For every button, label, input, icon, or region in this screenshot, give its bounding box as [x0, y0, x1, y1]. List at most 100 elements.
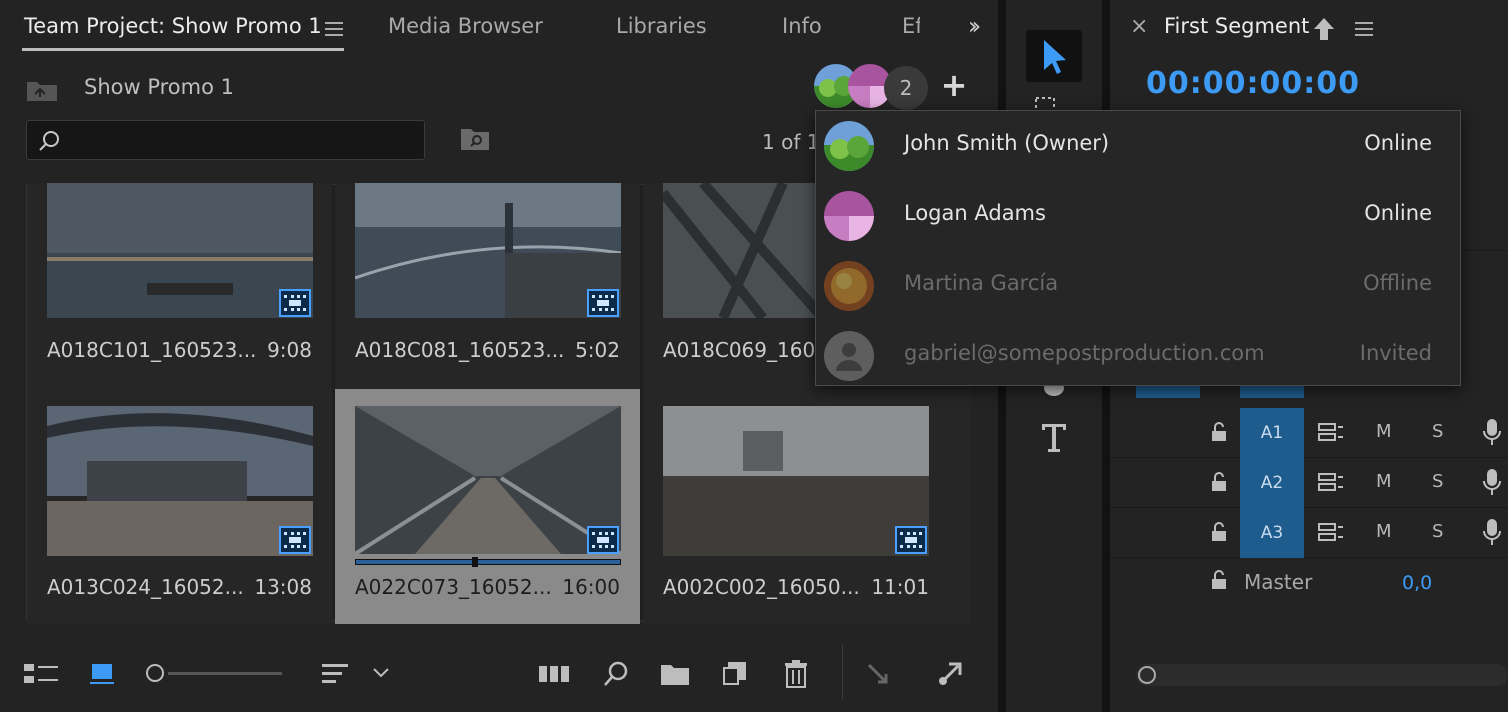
track-label-a2[interactable]: A2	[1240, 458, 1304, 508]
find-bin-icon[interactable]	[460, 126, 490, 152]
lock-icon[interactable]	[1210, 472, 1228, 492]
tab-team-project[interactable]: Team Project: Show Promo 1	[24, 14, 322, 38]
solo-button[interactable]: S	[1432, 421, 1443, 442]
clip-tile[interactable]: A013C024_16052... 13:08	[27, 389, 332, 624]
collaborator-row[interactable]: John Smith (Owner) Online	[816, 111, 1460, 181]
tab-info[interactable]: Info	[782, 14, 822, 38]
search-icon	[39, 131, 59, 151]
mute-button[interactable]: M	[1376, 521, 1392, 542]
scrollbar-handle[interactable]	[1138, 666, 1156, 684]
clip-thumbnail	[355, 183, 621, 333]
collaborator-name: gabriel@somepostproduction.com	[904, 341, 1265, 365]
zoom-slider[interactable]	[168, 672, 282, 675]
tab-media-browser[interactable]: Media Browser	[388, 14, 543, 38]
collaborator-row[interactable]: Martina García Offline	[816, 251, 1460, 321]
clip-duration: 9:08	[267, 338, 312, 362]
sync-lock-icon[interactable]	[1318, 522, 1344, 542]
lock-icon[interactable]	[1210, 422, 1228, 442]
mute-button[interactable]: M	[1376, 421, 1392, 442]
collaborator-status: Offline	[1363, 271, 1432, 295]
toolbar-divider	[842, 644, 843, 700]
search-input[interactable]	[26, 120, 425, 160]
track-label-a3[interactable]: A3	[1240, 508, 1304, 558]
audio-track-row: A2 M S	[1110, 458, 1508, 508]
selection-tool-icon[interactable]	[1026, 30, 1082, 82]
audio-track-row: A3 M S	[1110, 508, 1508, 558]
clip-tile-selected[interactable]: A022C073_16052... 16:00	[335, 389, 640, 624]
zoom-slider-knob[interactable]	[146, 664, 164, 682]
trash-icon[interactable]	[784, 660, 808, 688]
tab-effects[interactable]: Ef	[902, 14, 920, 38]
avatar-logan-adams	[824, 191, 874, 241]
collaborator-name: Martina García	[904, 271, 1059, 295]
clip-name: A018C069_1605	[663, 338, 828, 362]
tab-overflow-icon[interactable]: ››	[968, 12, 981, 40]
clip-name: A018C101_160523...	[47, 338, 257, 362]
mic-icon[interactable]	[1482, 468, 1502, 498]
mic-icon[interactable]	[1482, 518, 1502, 548]
clip-duration: 16:00	[562, 575, 620, 599]
clip-duration: 5:02	[575, 338, 620, 362]
bin-title: Show Promo 1	[84, 75, 234, 99]
folder-up-icon[interactable]	[26, 78, 58, 102]
insert-icon[interactable]	[938, 660, 964, 686]
avatar-martina-garcia	[824, 261, 874, 311]
clip-tile[interactable]: A018C101_160523... 9:08	[27, 183, 332, 418]
lock-icon[interactable]	[1210, 570, 1228, 590]
audio-track-row: A1 M S	[1110, 408, 1508, 458]
collaborator-row[interactable]: gabriel@somepostproduction.com Invited	[816, 321, 1460, 391]
clip-name: A022C073_16052...	[355, 575, 552, 599]
sync-lock-icon[interactable]	[1318, 472, 1344, 492]
upload-icon[interactable]	[1312, 16, 1336, 42]
solo-button[interactable]: S	[1432, 521, 1443, 542]
clip-thumbnail	[47, 406, 313, 556]
lock-icon[interactable]	[1210, 522, 1228, 542]
clip-name: A018C081_160523...	[355, 338, 565, 362]
collaborator-name: John Smith (Owner)	[904, 131, 1110, 155]
mic-icon[interactable]	[1482, 418, 1502, 448]
icon-view-icon[interactable]	[90, 662, 114, 686]
clip-duration: 11:01	[871, 575, 929, 599]
master-volume-value[interactable]: 0,0	[1402, 572, 1432, 594]
collaborator-name: Logan Adams	[904, 201, 1046, 225]
clip-name: A002C002_16050...	[663, 575, 860, 599]
clip-thumbnail	[47, 183, 313, 333]
solo-button[interactable]: S	[1432, 471, 1443, 492]
scrub-bar[interactable]	[355, 557, 621, 567]
collaborator-count-badge[interactable]: 2	[884, 66, 928, 110]
sync-lock-icon[interactable]	[1318, 422, 1344, 442]
sequence-title[interactable]: First Segment	[1164, 14, 1309, 38]
active-tab-indicator	[22, 48, 344, 51]
list-view-icon[interactable]	[24, 662, 58, 686]
collaborators-popup: John Smith (Owner) Online Logan Adams On…	[815, 110, 1461, 386]
avatar-john-smith	[824, 121, 874, 171]
timecode-display[interactable]: 00:00:00:00	[1146, 66, 1360, 101]
type-tool-icon[interactable]	[1026, 412, 1082, 464]
clip-name: A013C024_16052...	[47, 575, 244, 599]
tab-libraries[interactable]: Libraries	[616, 14, 707, 38]
chevron-down-icon[interactable]	[372, 666, 390, 680]
find-icon[interactable]	[602, 660, 630, 688]
new-item-icon[interactable]	[722, 660, 748, 686]
collaborator-row[interactable]: Logan Adams Online	[816, 181, 1460, 251]
item-count: 1 of 1	[762, 130, 820, 154]
timeline-scrollbar[interactable]	[1136, 664, 1508, 686]
track-label-a1[interactable]: A1	[1240, 408, 1304, 458]
menu-icon[interactable]	[1355, 22, 1373, 36]
plus-icon[interactable]: +	[940, 68, 968, 104]
clip-tile[interactable]: A002C002_16050... 11:01	[643, 389, 971, 624]
clip-thumbnail	[355, 406, 621, 554]
film-icon	[279, 526, 311, 554]
collaborator-status: Invited	[1359, 341, 1432, 365]
clip-tile[interactable]: A018C081_160523... 5:02	[335, 183, 640, 418]
clip-duration: 13:08	[254, 575, 312, 599]
new-bin-icon[interactable]	[660, 662, 690, 686]
playhead[interactable]	[472, 557, 478, 567]
close-icon[interactable]: ×	[1130, 14, 1148, 39]
mute-button[interactable]: M	[1376, 471, 1392, 492]
automate-icon[interactable]	[866, 662, 892, 688]
freeform-icon[interactable]	[538, 662, 572, 686]
sort-icon[interactable]	[322, 662, 350, 686]
panel-menu-icon[interactable]	[325, 22, 343, 36]
clip-thumbnail	[663, 406, 929, 556]
